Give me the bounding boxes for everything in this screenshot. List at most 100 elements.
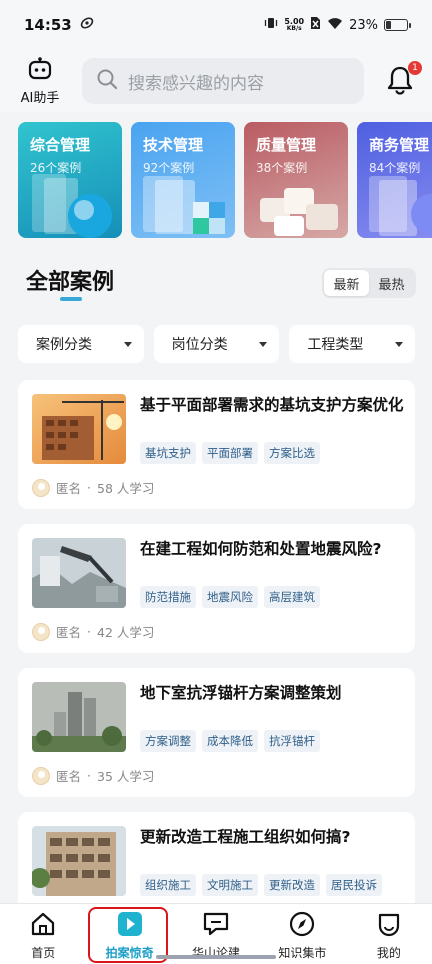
category-card-business[interactable]: 商务管理 84个案例: [357, 122, 432, 238]
category-card-tech[interactable]: 技术管理 92个案例: [131, 122, 235, 238]
sort-hottest[interactable]: 最热: [369, 270, 414, 296]
meta-separator: ·: [87, 480, 91, 495]
tab-label: 我的: [376, 946, 401, 960]
case-card[interactable]: 地下室抗浮锚杆方案调整策划 方案调整 成本降低 抗浮锚杆 匿名 · 35 人学习: [18, 668, 415, 797]
section-header: 全部案例 最新 最热: [26, 264, 416, 304]
case-thumbnail: [32, 826, 126, 896]
case-tag: 居民投诉: [326, 874, 382, 896]
case-tag: 地震风险: [202, 586, 258, 608]
bell-icon: [386, 66, 414, 99]
header: AI助手 搜索感兴趣的内容 1: [0, 50, 432, 112]
avatar: [32, 478, 50, 497]
robot-icon: [27, 56, 53, 85]
category-title: 技术管理: [143, 136, 204, 154]
sync-icon: [80, 16, 94, 34]
filter-bar: 案例分类 岗位分类 工程类型: [18, 325, 416, 363]
category-illustration: [32, 174, 112, 238]
section-title-underline: [60, 297, 82, 301]
meta-separator: ·: [87, 768, 91, 783]
home-indicator: [156, 955, 276, 959]
profile-icon: [376, 911, 402, 941]
battery-percent: 23%: [349, 17, 378, 33]
case-tag: 平面部署: [202, 442, 258, 464]
case-tag: 成本降低: [202, 730, 258, 752]
chat-icon: [202, 911, 230, 941]
play-icon: [117, 911, 143, 941]
category-illustration: [369, 176, 432, 236]
avatar: [32, 766, 50, 785]
filter-case-category[interactable]: 案例分类: [18, 325, 144, 363]
compass-icon: [289, 911, 315, 941]
case-tag: 防范措施: [140, 586, 196, 608]
vibrate-icon: [264, 16, 278, 34]
tab-home[interactable]: 首页: [0, 904, 86, 964]
notification-button[interactable]: 1: [386, 61, 422, 99]
case-author: 匿名: [56, 769, 82, 784]
category-title: 商务管理: [369, 136, 430, 154]
caret-down-icon: [259, 341, 268, 347]
sort-toggle[interactable]: 最新 最热: [322, 268, 416, 298]
case-thumbnail: [32, 394, 126, 464]
case-title: 基于平面部署需求的基坑支护方案优化: [140, 396, 404, 414]
tab-profile[interactable]: 我的: [346, 904, 432, 964]
category-carousel[interactable]: 综合管理 26个案例 技术管理 92个案例 质量管理 38个案例 商务管理 84…: [18, 122, 432, 238]
no-sim-icon: [310, 16, 321, 34]
ai-assistant-button[interactable]: AI助手: [16, 56, 64, 106]
filter-project-type[interactable]: 工程类型: [289, 325, 416, 363]
case-thumbnail: [32, 538, 126, 608]
case-card[interactable]: 在建工程如何防范和处置地震风险? 防范措施 地震风险 高层建筑 匿名 · 42 …: [18, 524, 415, 653]
tab-label: 知识集市: [278, 946, 327, 960]
case-tag: 方案调整: [140, 730, 196, 752]
tab-label: 首页: [31, 946, 56, 960]
avatar: [32, 622, 50, 641]
case-tag: 方案比选: [264, 442, 320, 464]
case-tag: 基坑支护: [140, 442, 196, 464]
caret-down-icon: [395, 341, 404, 347]
category-title: 质量管理: [256, 136, 317, 154]
category-card-quality[interactable]: 质量管理 38个案例: [244, 122, 348, 238]
filter-label: 案例分类: [36, 337, 92, 353]
case-tag: 抗浮锚杆: [264, 730, 320, 752]
case-learners: 35 人学习: [97, 769, 155, 784]
case-tag: 更新改造: [264, 874, 320, 896]
filter-label: 工程类型: [307, 337, 364, 353]
battery-icon: [384, 19, 411, 31]
case-tag: 高层建筑: [264, 586, 320, 608]
case-tags: 组织施工 文明施工 更新改造 居民投诉: [140, 874, 382, 896]
case-tags: 防范措施 地震风险 高层建筑: [140, 586, 320, 608]
wifi-icon: [327, 17, 343, 34]
case-learners: 58 人学习: [97, 481, 155, 496]
case-tags: 方案调整 成本降低 抗浮锚杆: [140, 730, 320, 752]
search-icon: [96, 68, 118, 94]
case-author: 匿名: [56, 481, 82, 496]
notification-badge: 1: [408, 61, 422, 75]
filter-label: 岗位分类: [171, 337, 228, 353]
caret-down-icon: [123, 341, 132, 347]
case-thumbnail: [32, 682, 126, 752]
category-illustration: [143, 176, 225, 234]
home-icon: [30, 911, 56, 941]
case-title: 在建工程如何防范和处置地震风险?: [140, 540, 382, 558]
case-title: 地下室抗浮锚杆方案调整策划: [140, 684, 342, 702]
case-tag: 文明施工: [202, 874, 258, 896]
sort-latest[interactable]: 最新: [324, 270, 369, 296]
status-bar: 14:53 5.00 KB/s 23%: [0, 0, 432, 50]
search-placeholder: 搜索感兴趣的内容: [128, 73, 264, 94]
net-speed: 5.00 KB/s: [284, 17, 305, 33]
filter-position-category[interactable]: 岗位分类: [153, 325, 280, 363]
case-author: 匿名: [56, 625, 82, 640]
category-card-general[interactable]: 综合管理 26个案例: [18, 122, 122, 238]
case-title: 更新改造工程施工组织如何搞?: [140, 828, 351, 846]
case-meta: 匿名 · 35 人学习: [32, 766, 154, 785]
status-time: 14:53: [24, 16, 72, 34]
tab-label: 拍案惊奇: [105, 946, 154, 960]
meta-separator: ·: [87, 624, 91, 639]
case-tag: 组织施工: [140, 874, 196, 896]
case-card[interactable]: 基于平面部署需求的基坑支护方案优化 基坑支护 平面部署 方案比选 匿名 · 58…: [18, 380, 415, 509]
ai-assistant-label: AI助手: [20, 90, 60, 106]
category-illustration: [260, 188, 338, 236]
category-title: 综合管理: [30, 136, 91, 154]
search-input[interactable]: 搜索感兴趣的内容: [82, 58, 364, 104]
case-learners: 42 人学习: [97, 625, 155, 640]
case-meta: 匿名 · 42 人学习: [32, 622, 154, 641]
